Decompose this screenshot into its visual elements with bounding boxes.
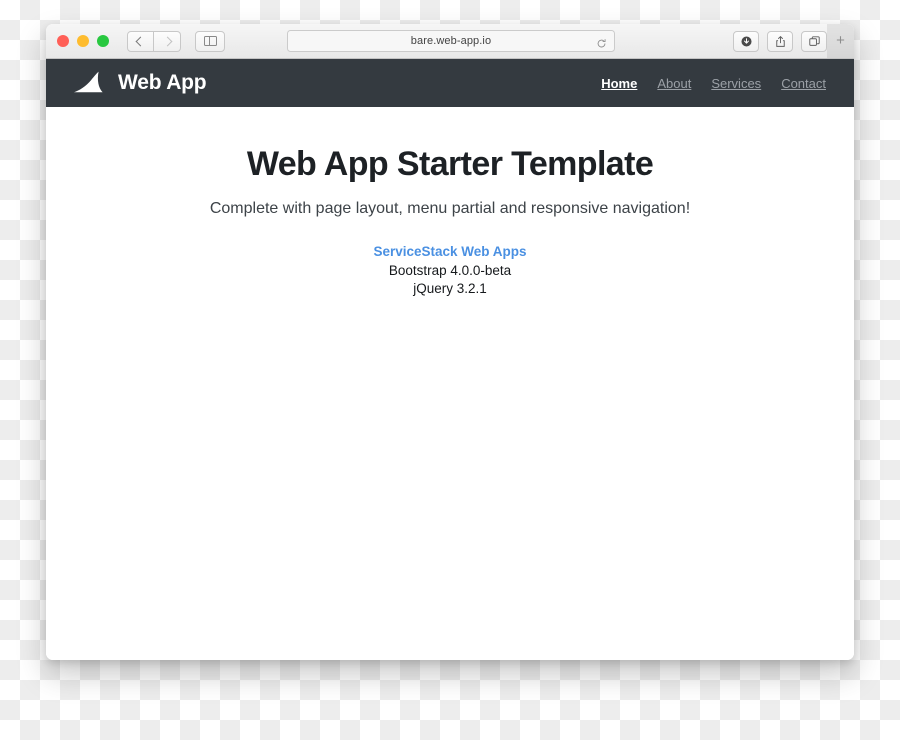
back-button[interactable] [127,30,154,52]
downloads-button[interactable] [733,30,759,52]
window-controls [57,35,109,47]
browser-window: bare.web-app.io + Web App Home About Ser… [46,24,854,660]
reload-icon[interactable] [596,36,607,47]
page-title: Web App Starter Template [246,145,654,183]
site-navbar: Web App Home About Services Contact [46,59,854,107]
share-icon [775,35,785,47]
info-list: ServiceStack Web Apps Bootstrap 4.0.0-be… [46,243,854,299]
chevron-right-icon [162,36,172,46]
navbar-brand[interactable]: Web App [72,70,207,96]
servicestack-fin-logo-icon [74,71,103,93]
chevron-left-icon [135,36,146,46]
tab-overview-button[interactable] [801,30,827,52]
url-text: bare.web-app.io [410,35,492,47]
bootstrap-version-text: Bootstrap 4.0.0-beta [388,262,512,278]
sidebar-icon [203,35,217,47]
address-bar[interactable]: bare.web-app.io [287,30,615,52]
toolbar-actions [733,30,827,52]
page-subtitle: Complete with page layout, menu partial … [209,200,691,217]
nav-link-about[interactable]: About [657,76,691,91]
browser-toolbar: bare.web-app.io + [46,24,854,59]
new-tab-button[interactable]: + [827,24,854,58]
minimize-window-button[interactable] [77,35,89,47]
share-button[interactable] [767,30,793,52]
nav-link-home[interactable]: Home [601,76,637,91]
navbar-links: Home About Services Contact [601,76,826,91]
close-window-button[interactable] [57,35,69,47]
tabs-icon [808,35,820,46]
servicestack-web-apps-link[interactable]: ServiceStack Web Apps [46,243,854,262]
navigation-buttons [127,30,225,52]
download-icon [740,35,752,47]
maximize-window-button[interactable] [97,35,109,47]
jquery-version-text: jQuery 3.2.1 [413,281,487,297]
page-content: Web App Starter Template Complete with p… [46,107,854,299]
navbar-brand-text: Web App [118,71,207,94]
sidebar-toggle-button[interactable] [195,30,225,52]
page-viewport: Web App Home About Services Contact Web … [46,59,854,660]
forward-button[interactable] [154,30,181,52]
nav-link-services[interactable]: Services [711,76,761,91]
nav-link-contact[interactable]: Contact [781,76,826,91]
